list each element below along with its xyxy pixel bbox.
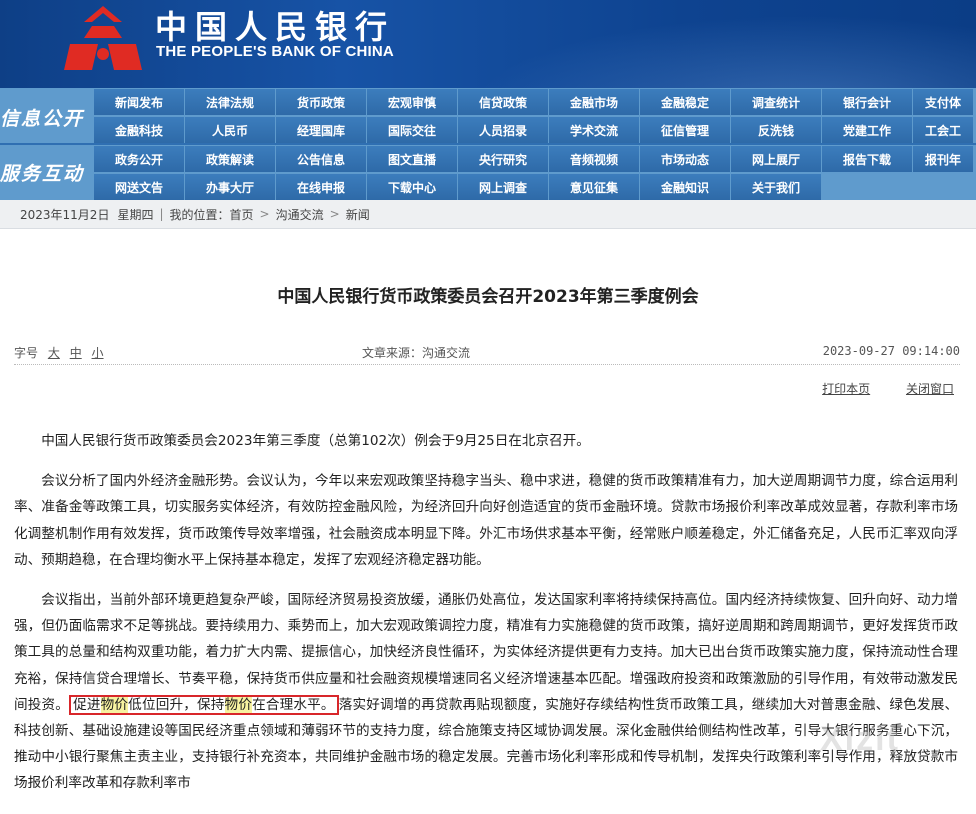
nav-item[interactable]: 银行会计 [822, 89, 912, 115]
main-navigation: 信息公开 服务互动 新闻发布 法律法规 货币政策 宏观审慎 信贷政策 金融市场 … [0, 88, 976, 200]
nav-item[interactable]: 报刊年 [913, 146, 973, 172]
breadcrumb-home[interactable]: 首页 [230, 206, 254, 223]
breadcrumb: 2023年11月2日 星期四 | 我的位置： 首页 > 沟通交流 > 新闻 [0, 200, 976, 229]
article-title: 中国人民银行货币政策委员会召开2023年第三季度例会 [277, 287, 699, 307]
article-body: 中国人民银行货币政策委员会2023年第三季度（总第102次）例会于9月25日在北… [14, 428, 958, 811]
nav-item[interactable]: 新闻发布 [94, 89, 184, 115]
breadcrumb-current[interactable]: 新闻 [346, 206, 370, 223]
nav-item[interactable]: 国际交往 [367, 117, 457, 143]
nav-group-service-interaction[interactable]: 服务互动 [0, 145, 94, 199]
article-tools: 打印本页 关闭窗口 [790, 380, 954, 397]
nav-item[interactable]: 报告下载 [822, 146, 912, 172]
nav-row-2: 金融科技 人民币 经理国库 国际交往 人员招录 学术交流 征信管理 反洗钱 党建… [94, 116, 974, 144]
nav-item[interactable]: 公告信息 [276, 146, 366, 172]
header-background [416, 0, 976, 88]
nav-item[interactable]: 宏观审慎 [367, 89, 457, 115]
article-meta: 字号 大 中 小 文章来源：沟通交流 2023-09-27 09:14:00 [14, 342, 960, 365]
site-title-cn: 中国人民银行 [155, 8, 396, 46]
article-paragraph-2: 会议分析了国内外经济金融形势。会议认为，今年以来宏观政策坚持稳字当头、稳中求进，… [14, 473, 958, 568]
nav-item[interactable]: 音频视频 [549, 146, 639, 172]
breadcrumb-section[interactable]: 沟通交流 [276, 206, 324, 223]
print-page-link[interactable]: 打印本页 [822, 382, 870, 396]
highlight-text: 在合理水平。 [252, 696, 335, 713]
font-small-link[interactable]: 小 [92, 346, 104, 360]
highlight-keyword: 物价 [100, 696, 129, 713]
nav-group-info-disclosure[interactable]: 信息公开 [0, 90, 94, 144]
article-paragraph-3: 会议指出，当前外部环境更趋复杂严峻，国际经济贸易投资放缓，通胀仍处高位，发达国家… [14, 587, 958, 797]
nav-item[interactable]: 市场动态 [640, 146, 730, 172]
highlighted-sentence: 促进物价低位回升，保持物价在合理水平。 [69, 694, 339, 715]
breadcrumb-separator: > [259, 207, 270, 221]
nav-item[interactable]: 工会工 [913, 117, 973, 143]
nav-item[interactable]: 关于我们 [731, 174, 821, 200]
breadcrumb-separator: > [329, 207, 340, 221]
nav-item[interactable]: 网送文告 [94, 174, 184, 200]
nav-item[interactable]: 政务公开 [94, 146, 184, 172]
current-date: 2023年11月2日 [20, 207, 110, 222]
nav-item[interactable]: 意见征集 [549, 174, 639, 200]
font-size-label: 字号 [14, 346, 39, 360]
nav-item[interactable]: 在线申报 [276, 174, 366, 200]
nav-item[interactable]: 经理国库 [276, 117, 366, 143]
article-source: 文章来源：沟通交流 [362, 346, 471, 360]
highlight-keyword: 物价 [224, 696, 253, 713]
nav-item[interactable]: 金融稳定 [640, 89, 730, 115]
nav-item[interactable]: 人员招录 [458, 117, 548, 143]
nav-item[interactable]: 征信管理 [640, 117, 730, 143]
breadcrumb-separator: | [159, 207, 164, 221]
nav-item[interactable]: 人民币 [185, 117, 275, 143]
nav-item[interactable]: 办事大厅 [185, 174, 275, 200]
nav-row-1: 新闻发布 法律法规 货币政策 宏观审慎 信贷政策 金融市场 金融稳定 调查统计 … [94, 88, 974, 116]
nav-item[interactable]: 金融科技 [94, 117, 184, 143]
nav-item[interactable]: 下载中心 [367, 174, 457, 200]
nav-row-3: 政务公开 政策解读 公告信息 图文直播 央行研究 音频视频 市场动态 网上展厅 … [94, 145, 974, 173]
font-size-controls: 字号 大 中 小 [14, 344, 104, 361]
article-datetime: 2023-09-27 09:14:00 [822, 344, 960, 358]
nav-row-4: 网送文告 办事大厅 在线申报 下载中心 网上调查 意见征集 金融知识 关于我们 [94, 173, 822, 201]
highlight-text: 促进 [73, 696, 101, 713]
nav-item[interactable]: 网上展厅 [731, 146, 821, 172]
nav-item[interactable]: 学术交流 [549, 117, 639, 143]
nav-item[interactable]: 党建工作 [822, 117, 912, 143]
nav-item[interactable]: 网上调查 [458, 174, 548, 200]
site-title-en: THE PEOPLE'S BANK OF CHINA [156, 43, 394, 60]
nav-item[interactable]: 货币政策 [276, 89, 366, 115]
nav-item[interactable]: 图文直播 [367, 146, 457, 172]
font-medium-link[interactable]: 中 [70, 346, 82, 360]
nav-item[interactable]: 金融市场 [549, 89, 639, 115]
close-window-link[interactable]: 关闭窗口 [906, 382, 954, 396]
font-large-link[interactable]: 大 [48, 346, 60, 360]
nav-item[interactable]: 央行研究 [458, 146, 548, 172]
nav-item[interactable]: 反洗钱 [731, 117, 821, 143]
nav-item[interactable]: 信贷政策 [458, 89, 548, 115]
nav-item[interactable]: 支付体 [913, 89, 973, 115]
highlight-text: 低位回升，保持 [128, 696, 225, 713]
nav-item[interactable]: 政策解读 [185, 146, 275, 172]
pboc-logo-icon[interactable] [62, 4, 144, 72]
watermark: Xizit [820, 720, 900, 758]
current-weekday: 星期四 [117, 207, 154, 222]
location-label: 我的位置： [169, 207, 230, 222]
nav-item[interactable]: 调查统计 [731, 89, 821, 115]
nav-item[interactable]: 法律法规 [185, 89, 275, 115]
nav-item[interactable]: 金融知识 [640, 174, 730, 200]
article-paragraph-1: 中国人民银行货币政策委员会2023年第三季度（总第102次）例会于9月25日在北… [41, 433, 590, 449]
site-header: 中国人民银行 THE PEOPLE'S BANK OF CHINA [0, 0, 976, 88]
